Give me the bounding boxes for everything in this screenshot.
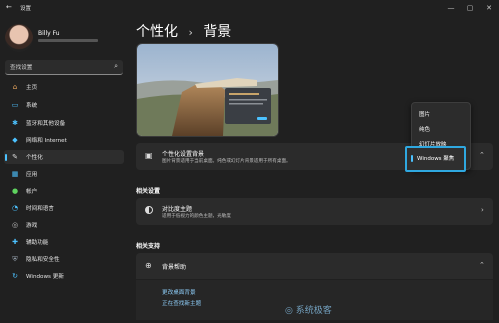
sidebar-item-3[interactable]: ✱ 蓝牙和其他设备 bbox=[4, 116, 124, 130]
preview-landscape-image bbox=[137, 44, 278, 136]
sidebar-item-2[interactable]: ▭ 系统 bbox=[4, 98, 124, 112]
sidebar-item-label: 辅助功能 bbox=[26, 240, 49, 246]
background-help-title: 背景帮助 bbox=[162, 264, 187, 271]
accessibility-icon: ✚ bbox=[12, 238, 18, 246]
apps-icon: ▦ bbox=[11, 170, 19, 178]
brush-icon: ✎ bbox=[12, 153, 18, 161]
page-title: 个性化 › 背景 bbox=[136, 21, 231, 41]
active-indicator bbox=[5, 154, 7, 161]
home-icon: ⌂ bbox=[12, 83, 18, 91]
minimize-button[interactable]: — bbox=[446, 3, 456, 13]
window-title: 设置 bbox=[20, 6, 32, 12]
breadcrumb-current: 背景 bbox=[203, 24, 232, 40]
globe-icon: ⊕ bbox=[145, 261, 152, 270]
selection-indicator bbox=[411, 155, 413, 162]
sidebar-item-label: 主页 bbox=[26, 85, 38, 91]
account-icon: ● bbox=[11, 187, 19, 195]
watermark-logo-icon: ◎ bbox=[285, 306, 293, 316]
sidebar-item-label: 帐户 bbox=[26, 189, 38, 195]
sidebar-item-label: 个性化 bbox=[26, 155, 43, 161]
sidebar-item-7[interactable]: ● 帐户 bbox=[4, 184, 124, 198]
search-input[interactable]: 查找设置 bbox=[10, 63, 32, 71]
related-support-header: 相关支持 bbox=[136, 243, 161, 250]
sidebar: Billy Fu 查找设置 ⌕ ⌂ 主页 ▭ 系统 ✱ 蓝牙和其他设备 ◆ 网络和 Inter… bbox=[0, 16, 128, 323]
sidebar-item-label: 时间和语言 bbox=[26, 206, 54, 212]
watermark: ◎ 系统极客 bbox=[285, 303, 332, 316]
sidebar-item-4[interactable]: ◆ 网络和 Internet bbox=[4, 133, 124, 147]
title-bar: ← 设置 — ▢ ✕ bbox=[0, 0, 499, 16]
sidebar-item-label: 应用 bbox=[26, 172, 38, 178]
dropdown-option-windows-spotlight[interactable]: Windows 聚焦 bbox=[405, 146, 466, 172]
breadcrumb-separator: › bbox=[188, 26, 193, 39]
monitor-icon: ▭ bbox=[11, 101, 19, 109]
chevron-up-icon[interactable]: ⌃ bbox=[479, 151, 485, 159]
sidebar-item-label: 网络和 Internet bbox=[26, 138, 67, 144]
game-icon: ◎ bbox=[11, 221, 19, 229]
contrast-icon bbox=[145, 206, 153, 214]
image-icon: ▣ bbox=[145, 151, 153, 160]
related-settings-header: 相关设置 bbox=[136, 188, 161, 195]
chevron-right-icon[interactable]: › bbox=[481, 206, 484, 214]
breadcrumb-parent[interactable]: 个性化 bbox=[136, 24, 178, 40]
sidebar-item-label: 隐私和安全性 bbox=[26, 257, 60, 263]
bluetooth-icon: ✱ bbox=[12, 119, 18, 127]
update-icon: ↻ bbox=[12, 272, 18, 280]
contrast-themes-title: 对比度主题 bbox=[162, 206, 193, 213]
globe-clock-icon: ◔ bbox=[11, 204, 19, 212]
sidebar-item-label: Windows 更新 bbox=[26, 274, 64, 280]
sidebar-item-11[interactable]: ⛨ 隐私和安全性 bbox=[4, 252, 124, 266]
back-arrow-icon[interactable]: ← bbox=[6, 3, 12, 11]
sidebar-item-label: 系统 bbox=[26, 103, 38, 109]
wifi-icon: ◆ bbox=[12, 136, 18, 144]
sidebar-item-10[interactable]: ✚ 辅助功能 bbox=[4, 235, 124, 249]
background-help-row[interactable]: ⊕ 背景帮助 ⌃ bbox=[136, 253, 493, 279]
contrast-themes-description: 适用于低视力的颜色主题，光敏度 bbox=[162, 214, 231, 219]
sidebar-item-label: 游戏 bbox=[26, 223, 38, 229]
maximize-button[interactable]: ▢ bbox=[465, 3, 475, 13]
sidebar-item-9[interactable]: ◎ 游戏 bbox=[4, 218, 124, 232]
search-box[interactable]: 查找设置 ⌕ bbox=[5, 60, 123, 75]
dropdown-option-solid-color[interactable]: 纯色 bbox=[419, 125, 430, 133]
help-link-find-themes[interactable]: 正在查找新主题 bbox=[162, 299, 201, 307]
sidebar-item-label: 蓝牙和其他设备 bbox=[26, 121, 66, 127]
avatar[interactable] bbox=[5, 24, 33, 52]
background-row-description: 图片背景适用于当前桌面。纯色或幻灯片背景适用于所有桌面。 bbox=[162, 159, 291, 164]
sidebar-item-6[interactable]: ▦ 应用 bbox=[4, 167, 124, 181]
close-button[interactable]: ✕ bbox=[484, 3, 494, 13]
dropdown-option-picture[interactable]: 图片 bbox=[419, 110, 430, 118]
user-email-placeholder bbox=[38, 39, 98, 42]
sidebar-item-1[interactable]: ⌂ 主页 bbox=[4, 80, 124, 94]
selected-option-label: Windows 聚焦 bbox=[417, 156, 455, 162]
contrast-themes-row[interactable]: 对比度主题 适用于低视力的颜色主题，光敏度 › bbox=[136, 198, 493, 225]
watermark-text: 系统极客 bbox=[295, 306, 332, 316]
sidebar-item-8[interactable]: ◔ 时间和语言 bbox=[4, 201, 124, 215]
user-name: Billy Fu bbox=[38, 30, 60, 37]
search-icon[interactable]: ⌕ bbox=[114, 62, 118, 71]
sidebar-item-5[interactable]: ✎ 个性化 bbox=[4, 150, 124, 164]
help-link-change-background[interactable]: 更改桌面背景 bbox=[162, 288, 196, 296]
chevron-up-icon[interactable]: ⌃ bbox=[479, 261, 485, 269]
sidebar-item-12[interactable]: ↻ Windows 更新 bbox=[4, 269, 124, 283]
shield-icon: ⛨ bbox=[12, 255, 18, 263]
background-row-title: 个性化设置背景 bbox=[162, 151, 205, 158]
background-preview bbox=[136, 43, 279, 137]
